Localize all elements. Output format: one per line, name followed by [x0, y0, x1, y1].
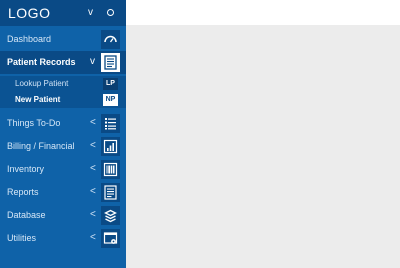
- database-icon: [101, 206, 120, 225]
- submenu-item-label: New Patient: [15, 95, 61, 104]
- chevron-left-icon: <: [90, 186, 96, 197]
- records-icon: [101, 53, 120, 72]
- sidebar-item-label: Billing / Financial: [7, 141, 75, 151]
- settings-window-icon: [101, 229, 120, 248]
- lookup-patient-badge: LP: [103, 78, 118, 90]
- sidebar-menu: Dashboard Patient Records v Lookup Patie…: [0, 28, 126, 250]
- barcode-icon: [101, 160, 120, 179]
- sidebar-item-label: Utilities: [7, 233, 37, 243]
- content-area: [126, 25, 400, 268]
- sidebar-item-label: Reports: [7, 187, 39, 197]
- sidebar-item-inventory[interactable]: Inventory <: [0, 158, 126, 181]
- sidebar: LOGO v Dashboard Patient Records v Looku…: [0, 0, 126, 268]
- chevron-down-icon: v: [90, 56, 95, 67]
- logo: LOGO: [8, 5, 51, 21]
- submenu-item-new-patient[interactable]: New Patient NP: [0, 92, 126, 108]
- sidebar-item-label: Patient Records: [7, 57, 76, 67]
- sidebar-item-dashboard[interactable]: Dashboard: [0, 28, 126, 51]
- sidebar-item-label: Database: [7, 210, 46, 220]
- speedometer-icon: [101, 30, 120, 49]
- list-icon: [101, 114, 120, 133]
- logo-bar: LOGO v: [0, 0, 126, 26]
- sidebar-item-label: Things To-Do: [7, 118, 61, 128]
- bar-chart-icon: [101, 137, 120, 156]
- sidebar-item-reports[interactable]: Reports <: [0, 181, 126, 204]
- chevron-left-icon: <: [90, 140, 96, 151]
- sidebar-item-utilities[interactable]: Utilities <: [0, 227, 126, 250]
- chevron-left-icon: <: [90, 209, 96, 220]
- chevron-down-icon[interactable]: v: [88, 7, 93, 18]
- new-patient-badge: NP: [103, 94, 118, 106]
- top-bar: [126, 0, 400, 25]
- sidebar-item-database[interactable]: Database <: [0, 204, 126, 227]
- submenu-item-label: Lookup Patient: [15, 79, 69, 88]
- sidebar-item-label: Dashboard: [7, 34, 52, 44]
- report-icon: [101, 183, 120, 202]
- sidebar-item-patient-records[interactable]: Patient Records v: [0, 51, 126, 74]
- sidebar-item-things-to-do[interactable]: Things To-Do <: [0, 112, 126, 135]
- chevron-left-icon: <: [90, 117, 96, 128]
- submenu-item-lookup-patient[interactable]: Lookup Patient LP: [0, 76, 126, 92]
- circle-icon[interactable]: [107, 9, 114, 16]
- chevron-left-icon: <: [90, 163, 96, 174]
- sidebar-item-billing[interactable]: Billing / Financial <: [0, 135, 126, 158]
- chevron-left-icon: <: [90, 232, 96, 243]
- sidebar-item-label: Inventory: [7, 164, 45, 174]
